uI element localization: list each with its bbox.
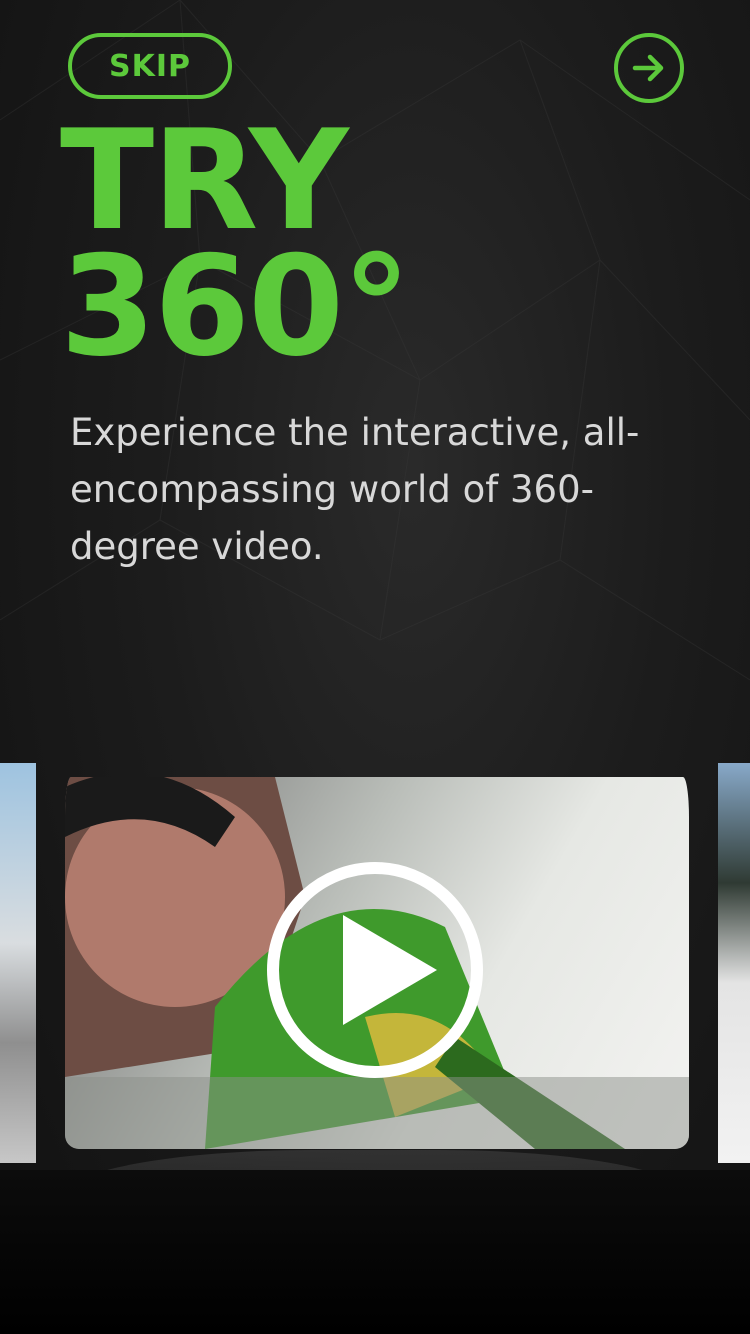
video-card-right[interactable] xyxy=(718,763,750,1163)
next-button[interactable] xyxy=(614,33,684,103)
skip-button[interactable]: SKIP xyxy=(68,33,232,99)
arrow-right-icon xyxy=(632,54,664,82)
video-card-left[interactable] xyxy=(0,763,36,1163)
play-button[interactable] xyxy=(265,860,485,1080)
page-title: TRY 360° xyxy=(60,112,411,387)
play-icon xyxy=(267,862,483,1078)
description: Experience the interactive, all-encompas… xyxy=(70,411,640,568)
floor xyxy=(0,1170,750,1334)
title-line-2: 360° xyxy=(60,226,411,387)
